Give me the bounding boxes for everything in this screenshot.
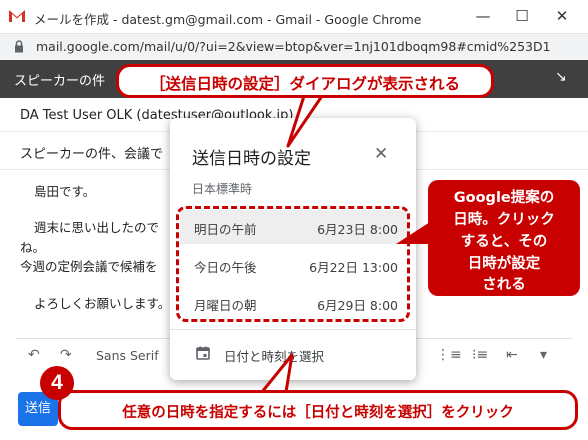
url-text[interactable]: mail.google.com/mail/u/0/?ui=2&view=btop… xyxy=(36,39,551,54)
browser-titlebar: メールを作成 - datest.gm@gmail.com - Gmail - G… xyxy=(0,0,588,34)
body-line: 週末に思い出したので xyxy=(34,220,160,235)
dialog-close-icon[interactable]: ✕ xyxy=(374,144,388,164)
callout-pick-date-time: 任意の日時を指定するには［日付と時刻を選択］をクリック xyxy=(58,390,578,430)
body-line: 今週の定例会議で候補を xyxy=(20,259,158,274)
subject-text: スピーカーの件、会議で xyxy=(20,147,164,162)
callout-right-line: すると、その xyxy=(460,234,548,250)
compose-title: スピーカーの件 xyxy=(14,74,106,89)
callout-right-line: される xyxy=(482,277,526,293)
callout-top-text: ［送信日時の設定］ダイアログが表示される xyxy=(149,75,460,93)
callout-right-line: 日時。クリック xyxy=(453,212,555,228)
bulleted-list-icon[interactable]: ⁝≡ xyxy=(472,347,488,363)
pick-date-time-option[interactable]: 日付と時刻を選択 xyxy=(224,346,324,365)
minimize-button[interactable]: — xyxy=(470,4,496,28)
window-title: メールを作成 - datest.gm@gmail.com - Gmail - G… xyxy=(34,12,422,27)
suggestions-highlight-box xyxy=(176,206,410,322)
dialog-divider xyxy=(170,329,416,330)
expand-icon[interactable]: ↘ xyxy=(555,69,567,85)
address-bar[interactable]: mail.google.com/mail/u/0/?ui=2&view=btop… xyxy=(0,34,588,60)
body-line: よろしくお願いします。 xyxy=(34,296,171,311)
undo-icon[interactable]: ↶ xyxy=(28,347,40,363)
callout-right-line: Google提案の xyxy=(453,190,555,206)
gmail-logo-icon xyxy=(9,10,25,22)
callout-right-line: 日時が設定 xyxy=(467,256,541,272)
more-formatting-icon[interactable]: ▾ xyxy=(540,347,547,363)
body-line: 島田です。 xyxy=(34,184,96,199)
body-line: ね。 xyxy=(20,240,46,255)
indent-less-icon[interactable]: ⇤ xyxy=(506,347,518,363)
callout-bottom-text: 任意の日時を指定するには［日付と時刻を選択］をクリック xyxy=(122,405,514,421)
callout-dialog-shown: ［送信日時の設定］ダイアログが表示される xyxy=(116,64,494,98)
callout-google-suggestions: Google提案の 日時。クリック すると、その 日時が設定 される xyxy=(428,180,580,296)
close-window-button[interactable]: ✕ xyxy=(549,4,575,28)
dialog-title: 送信日時の設定 xyxy=(192,149,311,169)
font-select[interactable]: Sans Serif xyxy=(96,348,159,363)
numbered-list-icon[interactable]: ⋮≡ xyxy=(436,347,462,363)
redo-icon[interactable]: ↷ xyxy=(60,347,72,363)
calendar-icon xyxy=(196,346,210,360)
timezone-label: 日本標準時 xyxy=(192,182,253,196)
lock-icon xyxy=(15,40,23,53)
step-number-badge: 4 xyxy=(40,366,74,400)
maximize-button[interactable]: ☐ xyxy=(509,4,535,28)
